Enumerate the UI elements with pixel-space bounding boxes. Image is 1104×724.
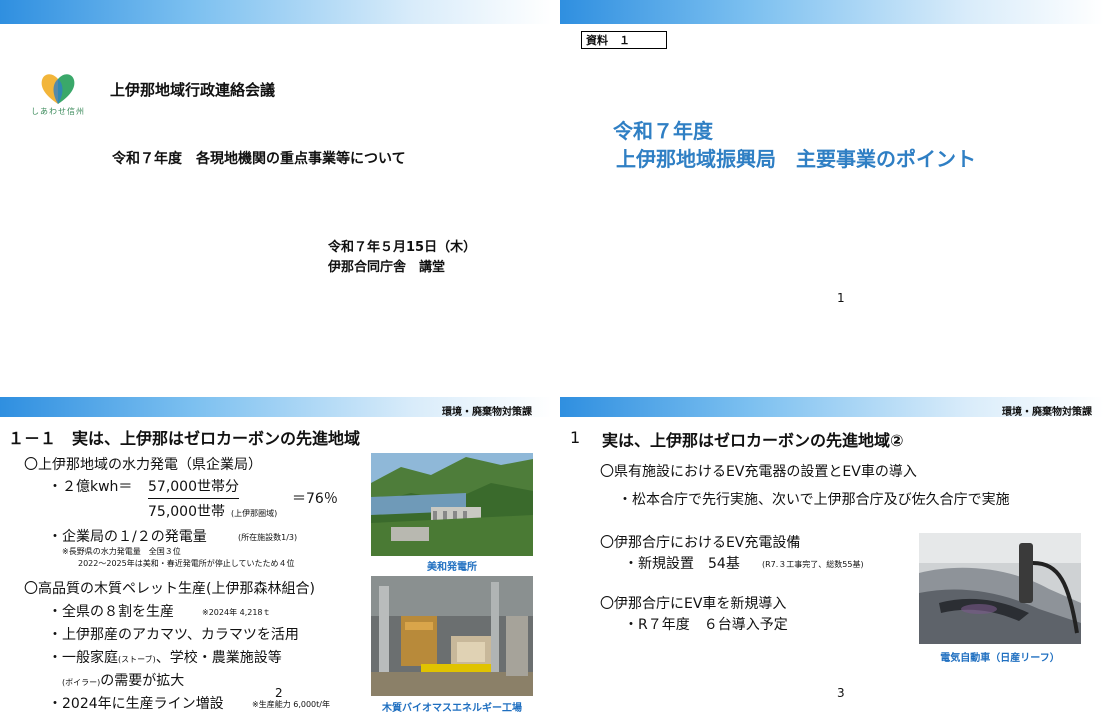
header-bar (560, 0, 1104, 24)
ev-facility-title: 〇伊那合庁におけるEV充電設備 (600, 535, 801, 551)
page-number: 2 (275, 686, 283, 700)
dam-photo (371, 453, 533, 556)
heading-number: 1 (570, 428, 581, 447)
hydro-share-note: (所在施設数1/3) (238, 533, 298, 542)
pellet-item-3-note-a: (ストーブ) (118, 655, 156, 664)
ev-charger-detail: ・松本合庁で先行実施、次いで上伊那合庁及び佐久合庁で実施 (618, 492, 1010, 508)
hydro-share: ・企業局の１/２の発電量 (48, 529, 207, 545)
hydro-rank-note: ※長野県の水力発電量 全国３位 (62, 547, 181, 556)
logo-text: しあわせ信州 (31, 107, 85, 116)
slide-3: 環境・廃棄物対策課 １－１ 実は、上伊那はゼロカーボンの先進地域 〇上伊那地域の… (0, 397, 552, 724)
header-bar (0, 0, 552, 24)
shinshu-logo-icon (38, 70, 78, 106)
pellet-item-4-note: ※生産能力 6,000t/年 (252, 700, 330, 709)
slide-4: 環境・廃棄物対策課 1 実は、上伊那はゼロカーボンの先進地域② 〇県有施設におけ… (560, 397, 1104, 724)
dam-photo-caption: 美和発電所 (427, 562, 477, 573)
pellet-item-1-note: ※2024年 4,218ｔ (202, 608, 271, 617)
hydro-denominator-note: (上伊那圏域) (231, 509, 278, 518)
pellet-item-2: ・上伊那産のアカマツ、カラマツを活用 (48, 627, 299, 643)
ev-car-caption: 電気自動車（日産リーフ） (940, 653, 1060, 664)
pellet-title: 〇高品質の木質ペレット生産(上伊那森林組合) (24, 581, 315, 597)
biomass-factory-caption: 木質バイオマスエネルギー工場 (382, 703, 522, 714)
pellet-item-1: ・全県の８割を生産 (48, 604, 174, 620)
ev-facility-detail: ・新規設置 54基 (624, 556, 740, 572)
pellet-item-3: ・一般家庭(ストーブ)、学校・農業施設等 (48, 647, 282, 667)
ev-vehicle-title: 〇伊那合庁にEV車を新規導入 (600, 596, 787, 612)
ev-facility-note: (R7.３工事完了、総数55基) (762, 560, 864, 569)
pellet-item-3-cont: (ボイラー)の需要が拡大 (62, 670, 184, 690)
department-label: 環境・廃棄物対策課 (1002, 407, 1092, 418)
slide-heading: 実は、上伊那はゼロカーボンの先進地域② (602, 431, 904, 450)
hydro-numerator: 57,000世帯分 (148, 476, 239, 499)
ev-charger-title: 〇県有施設におけるEV充電器の設置とEV車の導入 (600, 464, 917, 480)
ev-vehicle-detail: ・R７年度 ６台導入予定 (624, 617, 788, 633)
slide-2: 資料 １ 令和７年度 上伊那地域振興局 主要事業のポイント 1 (560, 0, 1104, 362)
pellet-item-3-note-b: (ボイラー) (62, 678, 101, 687)
biomass-factory-photo (371, 576, 533, 696)
slide-title: 上伊那地域振興局 主要事業のポイント (616, 147, 976, 171)
page-number: 3 (837, 686, 845, 700)
slide-1: しあわせ信州 上伊那地域行政連絡会議 令和７年度 各現地機関の重点事業等について… (0, 0, 552, 362)
pellet-item-3-text-a: ・一般家庭 (48, 650, 118, 666)
hydro-denominator: 75,000世帯 (148, 504, 225, 520)
hydro-calc-prefix: ・２億kwh＝ (48, 479, 133, 495)
subject-title: 令和７年度 各現地機関の重点事業等について (112, 151, 406, 167)
meeting-name: 上伊那地域行政連絡会議 (110, 81, 276, 99)
slide-title-year: 令和７年度 (613, 119, 713, 143)
pellet-item-3-text-c: の需要が拡大 (100, 673, 185, 689)
pellet-item-3-text-b: 、学校・農業施設等 (155, 650, 282, 666)
page-number: 1 (837, 291, 845, 305)
document-label: 資料 １ (581, 31, 667, 49)
ev-car-photo (919, 533, 1081, 644)
hydro-rank-note-detail: 2022～2025年は美和・春近発電所が停止していたため４位 (78, 559, 295, 568)
hydro-ratio: ＝76％ (292, 491, 338, 507)
department-label: 環境・廃棄物対策課 (442, 407, 532, 418)
pellet-item-4: ・2024年に生産ライン増設 (48, 696, 224, 712)
meeting-date: 令和７年５月15日（木） (328, 240, 477, 255)
meeting-venue: 伊那合同庁舎 講堂 (328, 260, 446, 275)
slide-heading: １－１ 実は、上伊那はゼロカーボンの先進地域 (8, 429, 361, 448)
hydro-title: 〇上伊那地域の水力発電（県企業局） (24, 457, 262, 473)
